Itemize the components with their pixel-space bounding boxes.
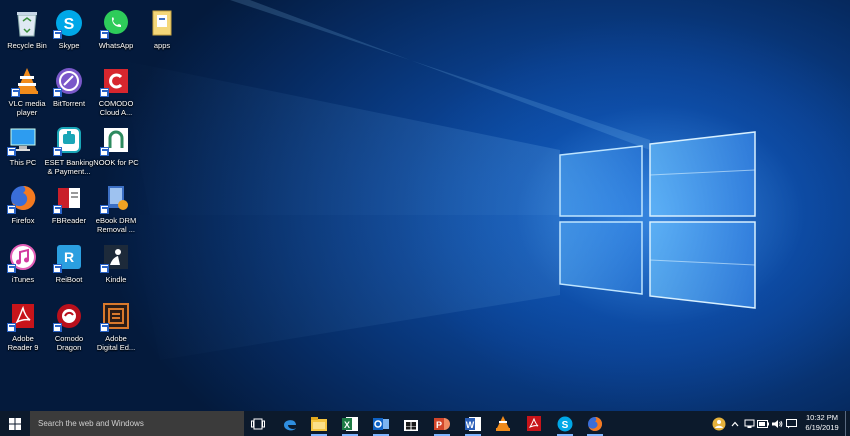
kindle-icon [100, 241, 132, 273]
desktop-icon-ebook-drm[interactable]: eBook DRM Removal ... [89, 179, 143, 234]
task-view-button[interactable] [247, 413, 269, 434]
taskbar-adobe-reader[interactable] [523, 413, 545, 434]
powerpoint-icon: P [434, 417, 450, 430]
adobe-reader-icon [527, 416, 541, 431]
edge-icon [284, 419, 296, 430]
clock-date: 6/19/2019 [805, 423, 839, 432]
desktop-icon-reiboot[interactable]: R ReiBoot [42, 238, 96, 284]
desktop-icon-comodo-dragon[interactable]: Comodo Dragon [42, 297, 96, 352]
show-desktop-button[interactable] [845, 411, 850, 436]
taskbar-word[interactable]: W [462, 413, 484, 436]
desktop-icon-kindle[interactable]: Kindle [89, 238, 143, 284]
taskbar-excel[interactable]: X [339, 413, 361, 436]
clock-time: 10:32 PM [805, 413, 839, 422]
desktop-icon-adobe-digital-editions[interactable]: Adobe Digital Ed... [89, 297, 143, 352]
chevron-up-icon [731, 421, 739, 426]
desktop-icon-skype[interactable]: S Skype [42, 4, 96, 50]
skype-icon: S [53, 7, 85, 39]
battery-icon [757, 419, 769, 428]
search-box[interactable]: Search the web and Windows [30, 411, 244, 436]
adobe-digital-editions-icon [100, 300, 132, 332]
svg-text:X: X [344, 420, 350, 430]
comodo-dragon-icon [53, 300, 85, 332]
start-button[interactable] [0, 411, 30, 436]
notification-icon [785, 418, 797, 428]
firefox-icon [7, 182, 39, 214]
taskbar-edge[interactable] [279, 413, 301, 434]
vlc-icon [11, 65, 43, 97]
desktop[interactable]: Recycle Bin VLC media player This PC Fir… [0, 0, 850, 411]
show-hidden-icons-button[interactable] [728, 411, 742, 436]
eset-banking-icon [53, 124, 85, 156]
desktop-icon-comodo-cloud[interactable]: COMODO Cloud A... [89, 62, 143, 117]
svg-text:R: R [64, 249, 74, 265]
outlook-icon [373, 417, 389, 430]
taskbar-outlook[interactable] [370, 413, 392, 436]
comodo-cloud-icon [100, 65, 132, 97]
network-icon [744, 419, 754, 428]
bittorrent-icon [53, 65, 85, 97]
taskbar: Search the web and Windows X P W S 10:32… [0, 411, 850, 436]
ebook-drm-icon [100, 182, 132, 214]
excel-icon: X [342, 416, 358, 431]
taskbar-firefox[interactable] [584, 413, 606, 436]
taskbar-vlc[interactable] [492, 413, 514, 434]
file-explorer-icon [311, 416, 327, 431]
tray-volume[interactable] [770, 411, 784, 436]
taskbar-powerpoint[interactable]: P [431, 413, 453, 436]
itunes-icon [7, 241, 39, 273]
desktop-icon-bittorrent[interactable]: BitTorrent [42, 62, 96, 108]
store-icon [404, 419, 418, 431]
desktop-icon-fbreader[interactable]: FBReader [42, 179, 96, 225]
vlc-icon [496, 416, 510, 431]
speaker-icon [772, 419, 783, 428]
taskbar-store[interactable] [400, 413, 422, 434]
recycle-bin-icon [11, 7, 43, 39]
desktop-icon-apps[interactable]: apps [135, 4, 189, 50]
desktop-icon-eset-banking[interactable]: ESET Banking & Payment... [42, 121, 96, 176]
svg-text:S: S [64, 16, 75, 33]
svg-text:P: P [436, 420, 442, 430]
tray-network[interactable] [742, 411, 756, 436]
tray-user-icon[interactable] [710, 411, 728, 436]
skype-icon: S [557, 416, 573, 431]
people-icon [712, 417, 726, 430]
desktop-icon-nook[interactable]: NOOK for PC [89, 121, 143, 167]
tray-battery[interactable] [756, 411, 770, 436]
taskbar-skype[interactable]: S [554, 413, 576, 436]
tray-action-center[interactable] [784, 411, 798, 436]
whatsapp-icon [100, 7, 132, 39]
this-pc-icon [7, 124, 39, 156]
adobe-reader-icon [7, 300, 39, 332]
windows-logo-icon [9, 417, 21, 430]
folder-icon [146, 7, 178, 39]
reiboot-icon: R [53, 241, 85, 273]
firefox-icon [588, 416, 603, 431]
fbreader-icon [53, 182, 85, 214]
taskbar-file-explorer[interactable] [308, 413, 330, 436]
svg-text:W: W [466, 420, 475, 430]
taskbar-clock[interactable]: 10:32 PM 6/19/2019 [800, 413, 844, 433]
word-icon: W [465, 416, 481, 431]
svg-text:S: S [562, 420, 569, 431]
task-view-icon [251, 418, 265, 429]
search-placeholder: Search the web and Windows [38, 419, 144, 428]
nook-icon [100, 124, 132, 156]
